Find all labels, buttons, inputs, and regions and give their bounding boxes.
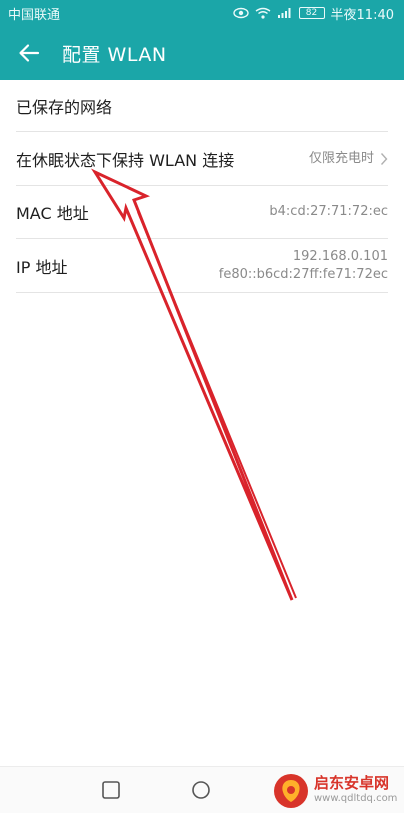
signal-4g-icon: [277, 8, 291, 18]
ipv4-address: 192.168.0.101: [292, 248, 388, 264]
wifi-icon: [255, 7, 270, 19]
ip-address-item: IP 地址 192.168.0.101 fe80::b6cd:27ff:fe71…: [16, 239, 388, 293]
keep-wlan-on-sleep-label: 在休眠状态下保持 WLAN 连接: [16, 150, 235, 170]
carrier-name: 中国联通: [8, 7, 61, 23]
eye-comfort-icon: [232, 7, 249, 19]
keep-wlan-on-sleep-item[interactable]: 在休眠状态下保持 WLAN 连接 仅限充电时: [16, 132, 388, 186]
navigation-bar: [0, 766, 404, 813]
saved-networks-label: 已保存的网络: [16, 97, 113, 117]
clock: 半夜11:40: [330, 7, 394, 23]
sleep-policy-value: 仅限充电时: [308, 150, 374, 166]
arrow-left-icon: [19, 44, 40, 62]
saved-networks-item[interactable]: 已保存的网络: [16, 80, 388, 132]
mac-address-item: MAC 地址 b4:cd:27:71:72:ec: [16, 186, 388, 239]
keep-wlan-on-sleep-value: 仅限充电时: [309, 150, 388, 168]
home-button[interactable]: [190, 779, 212, 801]
ip-address-values: 192.168.0.101 fe80::b6cd:27ff:fe71:72ec: [219, 248, 388, 284]
settings-list: 已保存的网络 在休眠状态下保持 WLAN 连接 仅限充电时 MAC 地址 b4:…: [0, 80, 404, 293]
app-bar: 配置 WLAN: [0, 26, 404, 80]
battery-icon: 82: [298, 7, 325, 19]
ip-address-label: IP 地址: [16, 257, 68, 277]
ipv6-address: fe80::b6cd:27ff:fe71:72ec: [218, 266, 388, 282]
recent-apps-button[interactable]: [100, 779, 122, 801]
mac-address-value: b4:cd:27:71:72:ec: [269, 204, 388, 219]
status-bar: 中国联通 82 半夜11:40: [0, 0, 404, 26]
status-icons: 82 半夜11:40: [232, 4, 394, 23]
chevron-right-icon: [380, 152, 388, 165]
back-button[interactable]: [14, 38, 44, 68]
page-title: 配置 WLAN: [62, 43, 167, 66]
mac-address-label: MAC 地址: [16, 204, 89, 223]
